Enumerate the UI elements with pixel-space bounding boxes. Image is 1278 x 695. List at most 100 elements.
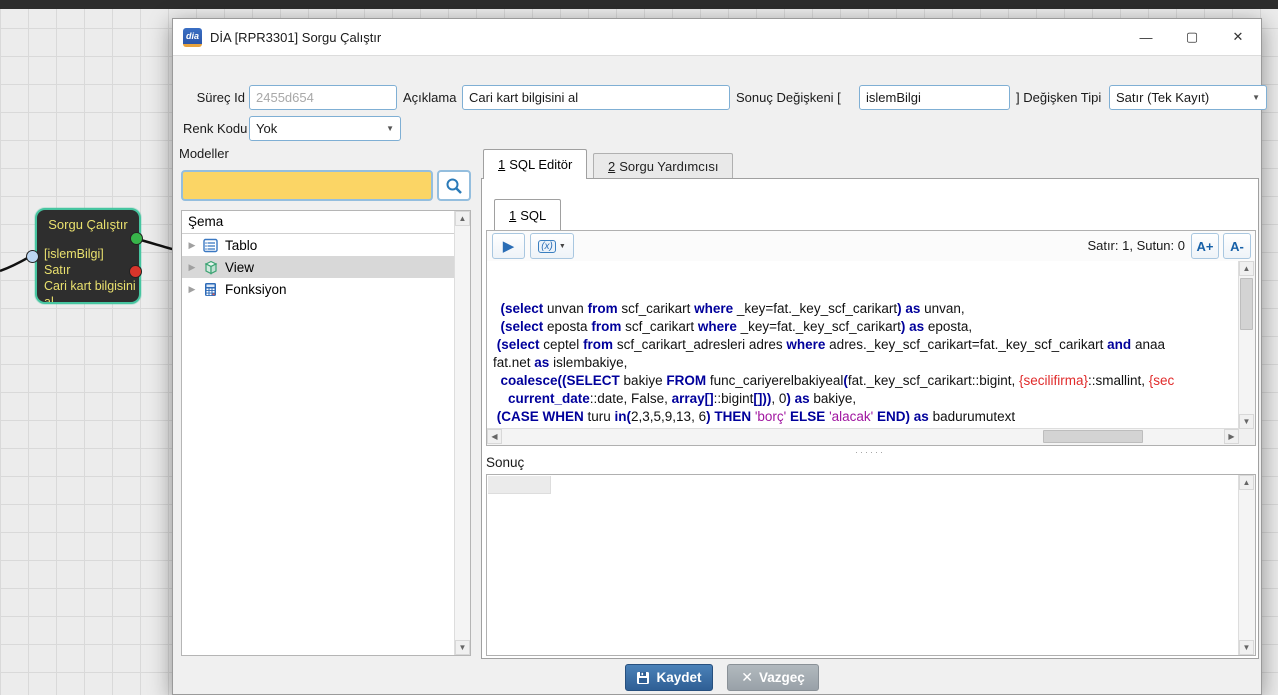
scroll-down-icon[interactable]: ▼ — [455, 640, 470, 655]
aciklama-label: Açıklama — [403, 90, 457, 105]
query-node-title: Sorgu Çalıştır — [48, 217, 128, 232]
modeller-label: Modeller — [179, 146, 229, 161]
surec-id-field[interactable] — [249, 85, 397, 110]
tree-item-view[interactable]: ▶ View — [182, 256, 470, 278]
surec-id-label: Süreç Id — [196, 90, 245, 105]
expand-arrow-icon[interactable]: ▶ — [182, 284, 202, 295]
tab-label: SQL — [520, 207, 547, 223]
sql-code-editor[interactable]: (select unvan from scf_carikart where _k… — [487, 261, 1239, 429]
scroll-up-icon[interactable]: ▲ — [1239, 261, 1254, 276]
tab-label: Sorgu Yardımcısı — [619, 159, 719, 174]
function-calculator-icon — [205, 282, 216, 296]
close-icon: ✕ — [1232, 29, 1244, 44]
insert-variable-button[interactable]: (x) ▼ — [530, 233, 574, 259]
result-empty-cell — [488, 476, 551, 494]
splitter-handle[interactable]: ······ — [482, 447, 1258, 457]
tree-item-fonksiyon[interactable]: ▶ Fonksiyon — [182, 278, 470, 300]
node-line-type: Satır — [44, 263, 71, 277]
result-label: Sonuç — [486, 455, 525, 470]
sonuc-degiskeni-label: Sonuç Değişkeni [ — [736, 90, 841, 105]
minimize-icon: — — [1139, 29, 1153, 45]
variable-x-icon: (x) — [538, 239, 556, 253]
scroll-down-icon[interactable]: ▼ — [1239, 640, 1254, 655]
tab-number: 1 — [498, 157, 506, 172]
tree-item-label: Fonksiyon — [225, 281, 287, 297]
maximize-button[interactable]: ▢ — [1169, 19, 1215, 55]
tab-number: 2 — [608, 159, 616, 174]
dia-logo-text: dia — [185, 30, 199, 41]
save-floppy-icon — [637, 671, 650, 684]
node-output-port-success[interactable] — [130, 232, 143, 245]
tree-item-label: Tablo — [225, 237, 258, 253]
top-dark-strip — [0, 0, 1278, 9]
tree-item-tablo[interactable]: ▶ Tablo — [182, 234, 470, 256]
sql-editor-inner-panel: ▶ (x) ▼ Satır: 1, Sutun: 0 A+ A- (select… — [486, 230, 1256, 446]
scroll-left-icon[interactable]: ◀ — [487, 429, 502, 444]
tree-item-label: View — [225, 259, 255, 275]
cancel-x-icon: ✕ — [741, 669, 753, 685]
play-icon: ▶ — [502, 238, 515, 255]
model-search-button[interactable] — [437, 170, 471, 201]
result-scrollbar[interactable]: ▲ ▼ — [1238, 475, 1255, 655]
title-bar: dia DİA [RPR3301] Sorgu Çalıştır — ▢ ✕ — [173, 19, 1261, 56]
tab-number: 1 — [509, 207, 517, 223]
schema-tree-header: Şema — [182, 211, 470, 234]
scroll-down-icon[interactable]: ▼ — [1239, 414, 1254, 429]
sql-code: (select unvan from scf_carikart where _k… — [493, 301, 1175, 429]
sql-vertical-scrollbar[interactable]: ▲ ▼ — [1238, 261, 1255, 429]
sql-horizontal-scrollbar[interactable]: ◀ ▶ — [487, 428, 1239, 445]
sonuc-degiskeni-field[interactable] — [859, 85, 1010, 110]
font-increase-button[interactable]: A+ — [1191, 233, 1219, 259]
cancel-button[interactable]: ✕ Vazgeç — [727, 664, 819, 691]
scroll-right-icon[interactable]: ▶ — [1224, 429, 1239, 444]
cancel-button-label: Vazgeç — [758, 670, 805, 685]
degisken-tipi-value: Satır (Tek Kayıt) — [1116, 90, 1210, 105]
tab-sql-inner[interactable]: 1 SQL — [494, 199, 562, 230]
degisken-tipi-label: ] Değişken Tipi — [1016, 90, 1102, 105]
dialog-sorgu-calistir: dia DİA [RPR3301] Sorgu Çalıştır — ▢ ✕ S… — [172, 18, 1267, 695]
window-title: DİA [RPR3301] Sorgu Çalıştır — [210, 29, 382, 45]
node-line-desc1: Cari kart bilgisini — [44, 279, 136, 293]
table-icon — [203, 238, 218, 252]
cursor-position-text: Satır: 1, Sutun: 0 — [1087, 238, 1185, 253]
minimize-button[interactable]: — — [1123, 19, 1169, 55]
save-button[interactable]: Kaydet — [625, 664, 713, 691]
close-button[interactable]: ✕ — [1215, 19, 1261, 55]
expand-arrow-icon[interactable]: ▶ — [182, 262, 202, 273]
sql-editor-panel: 1 SQL ▶ (x) ▼ Satır: 1, Sutun: 0 A+ A- (… — [481, 178, 1259, 659]
maximize-icon: ▢ — [1185, 29, 1199, 44]
tree-scrollbar[interactable]: ▲ ▼ — [454, 211, 470, 655]
query-node[interactable]: Sorgu Çalıştır [islemBilgi] Satır Cari k… — [35, 208, 141, 304]
dia-logo-icon: dia — [183, 27, 202, 47]
renk-kodu-dropdown[interactable]: Yok ▼ — [249, 116, 401, 141]
save-button-label: Kaydet — [656, 670, 702, 685]
node-output-port-error[interactable] — [129, 265, 142, 278]
node-line-variable: [islemBilgi] — [44, 247, 104, 261]
model-search-input[interactable] — [181, 170, 433, 201]
expand-arrow-icon[interactable]: ▶ — [182, 240, 202, 251]
tab-sorgu-yardimcisi[interactable]: 2 Sorgu Yardımcısı — [593, 153, 734, 179]
view-cube-icon — [204, 260, 218, 274]
node-line-desc2: al... — [44, 295, 65, 304]
tab-sql-editor[interactable]: 1 SQL Editör — [483, 149, 588, 179]
result-grid[interactable]: ▲ ▼ — [486, 474, 1256, 656]
font-decrease-button[interactable]: A- — [1223, 233, 1251, 259]
chevron-down-icon: ▼ — [386, 124, 394, 133]
renk-kodu-value: Yok — [256, 121, 278, 136]
scrollbar-thumb[interactable] — [1043, 430, 1143, 443]
chevron-down-icon: ▼ — [1252, 93, 1260, 102]
run-query-button[interactable]: ▶ — [492, 233, 525, 259]
chevron-down-icon: ▼ — [558, 242, 566, 250]
degisken-tipi-dropdown[interactable]: Satır (Tek Kayıt) ▼ — [1109, 85, 1267, 110]
scroll-up-icon[interactable]: ▲ — [455, 211, 470, 226]
search-icon — [446, 178, 462, 194]
node-editor-canvas: Sorgu Çalıştır [islemBilgi] Satır Cari k… — [0, 0, 1278, 695]
scrollbar-corner — [1239, 429, 1255, 445]
tab-label: SQL Editör — [509, 157, 573, 172]
scrollbar-thumb[interactable] — [1240, 278, 1253, 330]
query-node-body: [islemBilgi] Satır Cari kart bilgisini a… — [37, 232, 139, 304]
node-input-port[interactable] — [26, 250, 39, 263]
scroll-up-icon[interactable]: ▲ — [1239, 475, 1254, 490]
schema-tree: Şema ▶ Tablo ▶ View ▶ Fonksiyon ▲ ▼ — [181, 210, 471, 656]
aciklama-field[interactable] — [462, 85, 730, 110]
